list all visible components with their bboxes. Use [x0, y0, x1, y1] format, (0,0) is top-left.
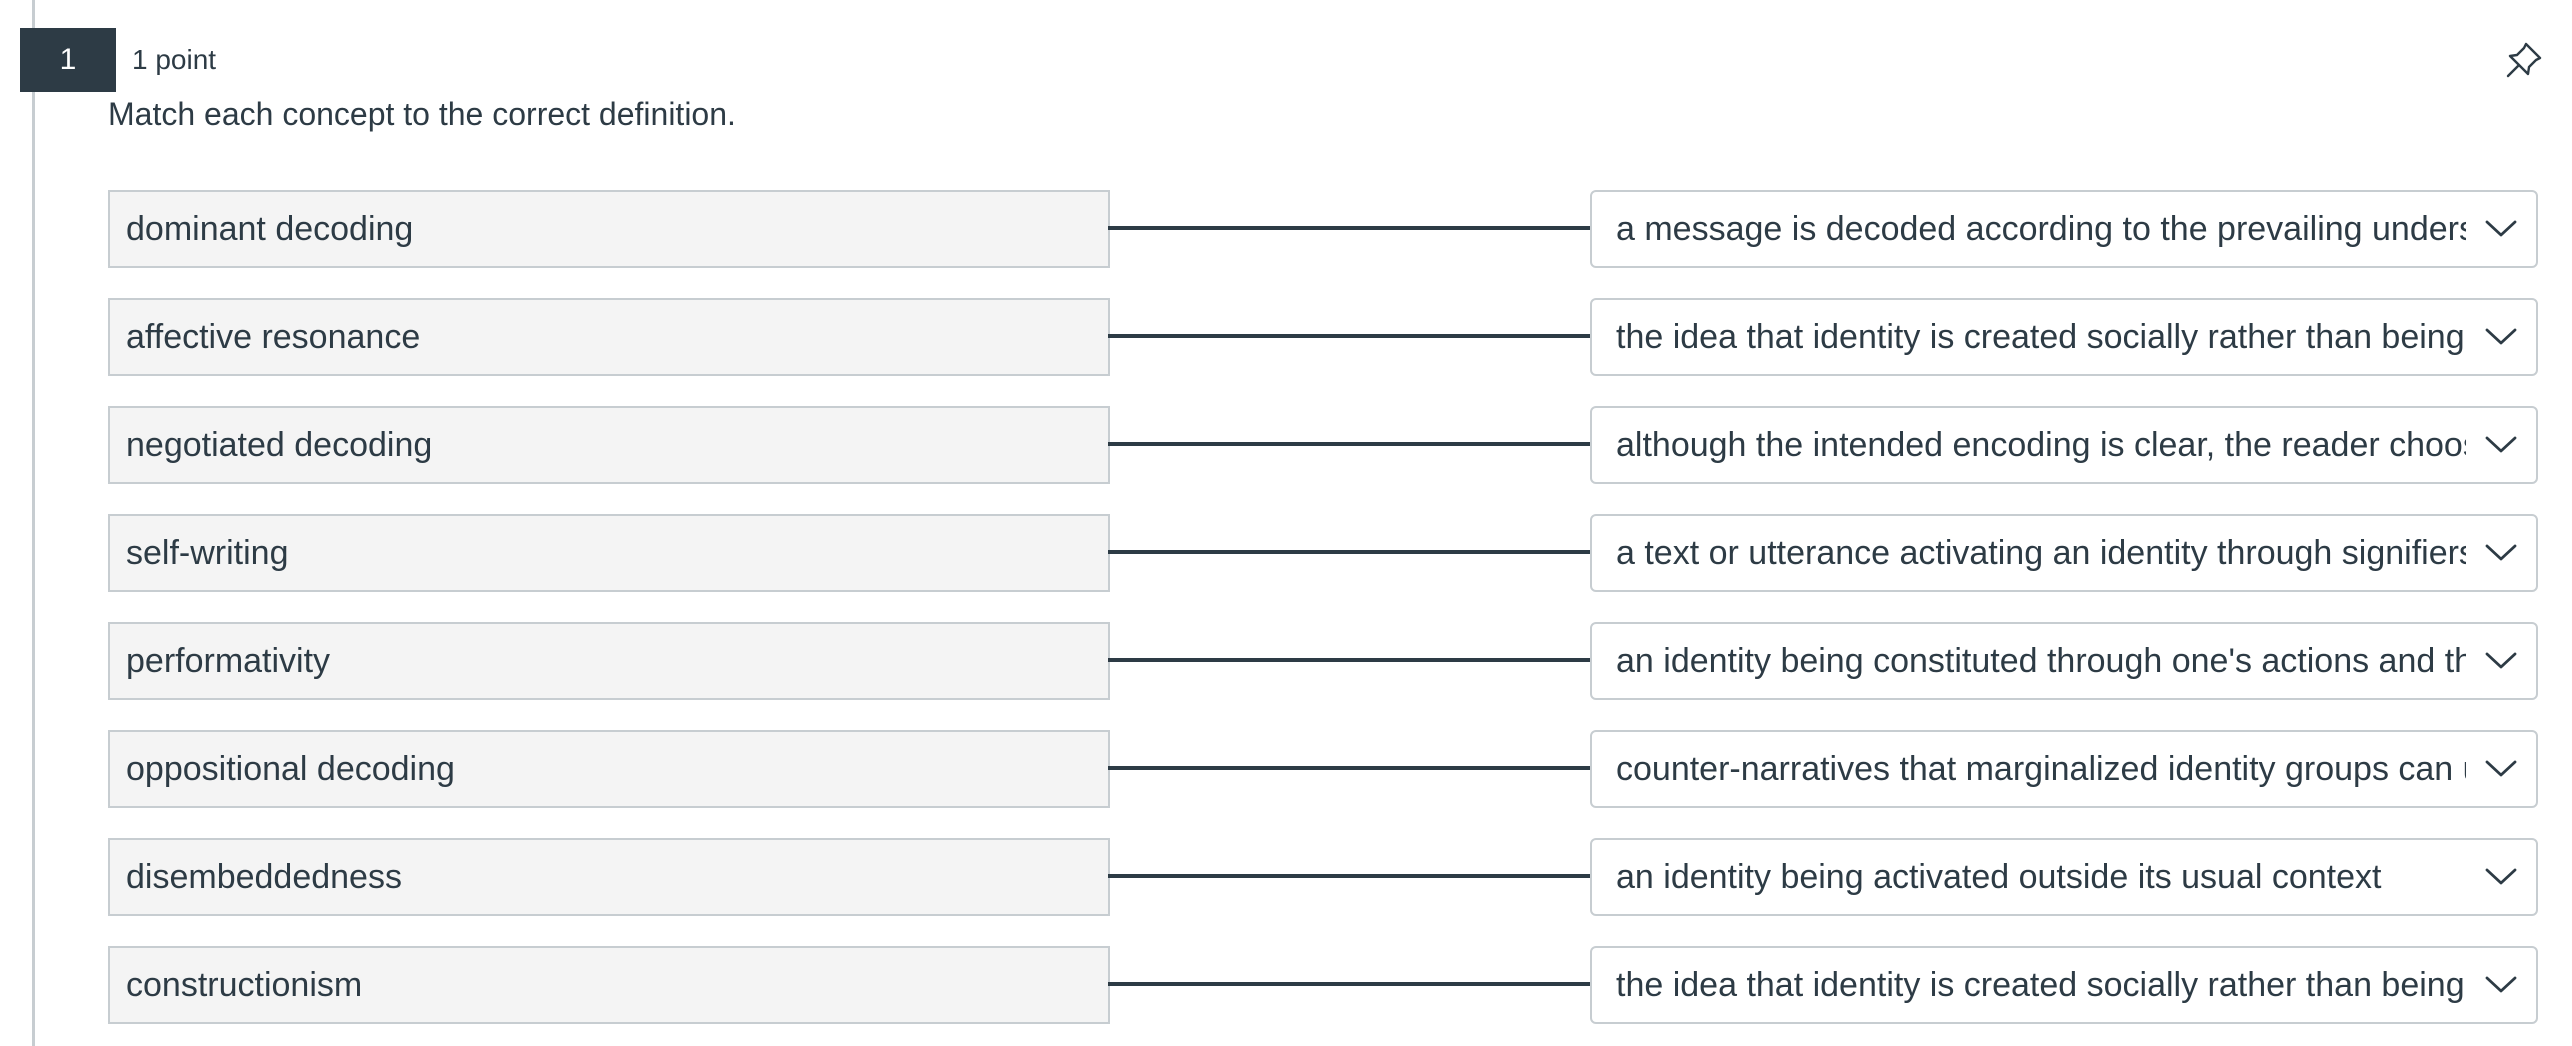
definition-select[interactable]: the idea that identity is created social… [1590, 946, 2538, 1024]
question-points: 1 point [132, 44, 217, 75]
chevron-down-icon [2466, 732, 2536, 806]
question-prompt: Match each concept to the correct defini… [108, 96, 736, 132]
match-row: negotiated decoding although the intende… [108, 406, 2538, 484]
chevron-down-icon [2466, 624, 2536, 698]
connector-line [1108, 226, 1608, 230]
concept-label: dominant decoding [108, 190, 1110, 268]
definition-select[interactable]: the idea that identity is created social… [1590, 298, 2538, 376]
definition-select-value: a message is decoded according to the pr… [1616, 209, 2466, 248]
definition-select-value: the idea that identity is created social… [1616, 317, 2466, 356]
definition-select[interactable]: an identity being activated outside its … [1590, 838, 2538, 916]
definition-select-value: although the intended encoding is clear,… [1616, 425, 2466, 464]
match-row: affective resonance the idea that identi… [108, 298, 2538, 376]
concept-label: negotiated decoding [108, 406, 1110, 484]
chevron-down-icon [2466, 516, 2536, 590]
concept-label: disembeddedness [108, 838, 1110, 916]
chevron-down-icon [2466, 840, 2536, 914]
concept-label: constructionism [108, 946, 1110, 1024]
connector-line [1108, 334, 1608, 338]
definition-select-value: a text or utterance activating an identi… [1616, 533, 2466, 572]
chevron-down-icon [2466, 300, 2536, 374]
definition-select[interactable]: although the intended encoding is clear,… [1590, 406, 2538, 484]
definition-select[interactable]: an identity being constituted through on… [1590, 622, 2538, 700]
match-row: dominant decoding a message is decoded a… [108, 190, 2538, 268]
definition-select[interactable]: a message is decoded according to the pr… [1590, 190, 2538, 268]
pin-icon[interactable] [2502, 38, 2546, 82]
chevron-down-icon [2466, 948, 2536, 1022]
definition-select-value: an identity being activated outside its … [1616, 857, 2382, 896]
concept-label: self-writing [108, 514, 1110, 592]
definition-select-value: an identity being constituted through on… [1616, 641, 2466, 680]
connector-line [1108, 982, 1608, 986]
chevron-down-icon [2466, 408, 2536, 482]
definition-select[interactable]: counter-narratives that marginalized ide… [1590, 730, 2538, 808]
quiz-question: 1 1 point Match each concept to the corr… [0, 0, 2572, 1046]
pin-icon-graphic [2506, 42, 2542, 78]
question-number: 1 [59, 43, 77, 76]
match-row: constructionism the idea that identity i… [108, 946, 2538, 1024]
definition-select[interactable]: a text or utterance activating an identi… [1590, 514, 2538, 592]
concept-label: performativity [108, 622, 1110, 700]
question-number-badge: 1 [20, 28, 116, 92]
match-row: disembeddedness an identity being activa… [108, 838, 2538, 916]
connector-line [1108, 874, 1608, 878]
match-row: oppositional decoding counter-narratives… [108, 730, 2538, 808]
definition-select-value: the idea that identity is created social… [1616, 965, 2466, 1004]
chevron-down-icon [2466, 192, 2536, 266]
concept-label: oppositional decoding [108, 730, 1110, 808]
match-row: performativity an identity being constit… [108, 622, 2538, 700]
question-left-rule [32, 0, 35, 1046]
connector-line [1108, 442, 1608, 446]
definition-select-value: counter-narratives that marginalized ide… [1616, 749, 2466, 788]
connector-line [1108, 766, 1608, 770]
match-row: self-writing a text or utterance activat… [108, 514, 2538, 592]
matching-rows: dominant decoding a message is decoded a… [108, 190, 2538, 1046]
connector-line [1108, 658, 1608, 662]
concept-label: affective resonance [108, 298, 1110, 376]
connector-line [1108, 550, 1608, 554]
